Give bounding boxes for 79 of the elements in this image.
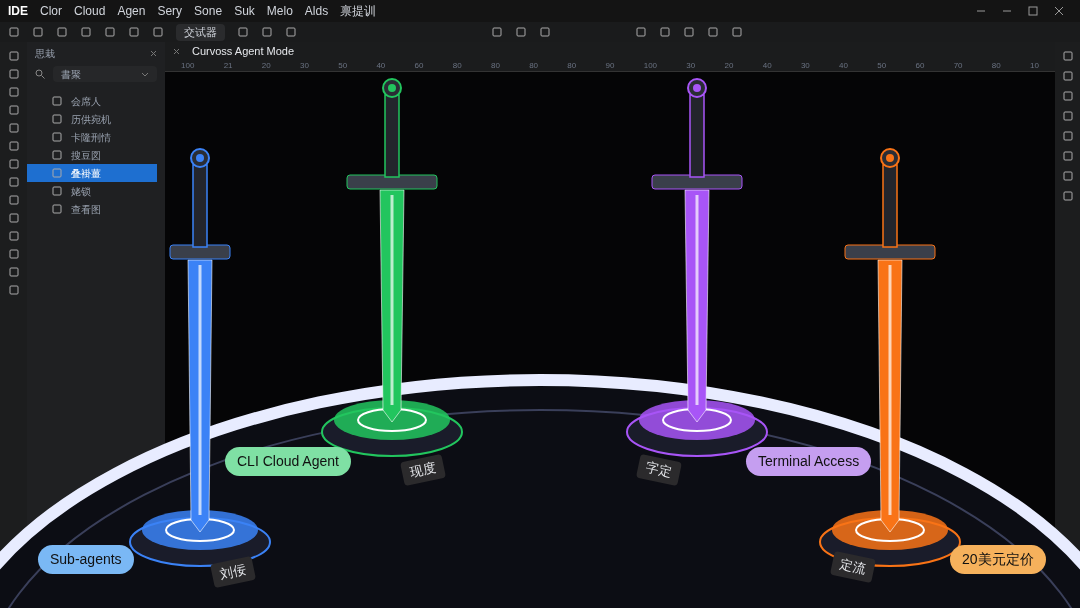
- panel-item[interactable]: 搜豆図: [27, 146, 157, 164]
- tool-icon[interactable]: [515, 26, 527, 38]
- tool-icon[interactable]: [1061, 150, 1074, 162]
- tool-icon[interactable]: [32, 26, 44, 38]
- tool-icon[interactable]: [7, 194, 20, 206]
- menu-item[interactable]: IDE: [8, 2, 28, 20]
- tool-icon[interactable]: [285, 26, 297, 38]
- panel-item[interactable]: 查看图: [27, 200, 157, 218]
- feature-label: 20美元定价: [950, 545, 1046, 574]
- menu-item[interactable]: 禀提训: [340, 2, 377, 20]
- maximize-icon[interactable]: [1028, 6, 1038, 16]
- menu-item[interactable]: Sery: [157, 2, 183, 20]
- panel-title: 思栽: [35, 46, 55, 61]
- panel-item[interactable]: 卡隆刑情: [27, 128, 157, 146]
- tool-icon[interactable]: [7, 266, 20, 278]
- close-icon[interactable]: [1054, 6, 1064, 16]
- feature-label: Sub-agents: [38, 545, 134, 574]
- tool-icon[interactable]: [1061, 110, 1074, 122]
- tool-icon[interactable]: [261, 26, 273, 38]
- ruler: 100 21 20 30 50 40 60 80 80 80 80 90 100 30 20 40 30 40 50 60 70 80 10: [165, 60, 1055, 72]
- item-icon: [51, 203, 63, 215]
- tool-icon[interactable]: [8, 26, 20, 38]
- close-icon[interactable]: [173, 47, 180, 55]
- tool-icon[interactable]: [1061, 170, 1074, 182]
- feature-label: Terminal Access: [746, 447, 872, 476]
- tool-icon[interactable]: [7, 230, 20, 242]
- menu-item[interactable]: Clor: [40, 2, 63, 20]
- item-icon: [51, 131, 63, 143]
- tool-icon[interactable]: [7, 140, 20, 152]
- tool-icon[interactable]: [491, 26, 503, 38]
- item-icon: [51, 113, 63, 125]
- tool-icon[interactable]: [635, 26, 647, 38]
- tool-icon[interactable]: [80, 26, 92, 38]
- tool-icon[interactable]: [7, 176, 20, 188]
- tool-icon[interactable]: [683, 26, 695, 38]
- tool-icon[interactable]: [7, 158, 20, 170]
- tool-icon[interactable]: [7, 284, 20, 296]
- tool-icon[interactable]: [56, 26, 68, 38]
- feature-label: CLI Cloud Agent: [225, 447, 351, 476]
- search-icon: [35, 69, 45, 79]
- tool-icon[interactable]: [1061, 90, 1074, 102]
- panel-item[interactable]: 会席人: [27, 92, 157, 110]
- tool-icon[interactable]: [152, 26, 164, 38]
- tool-icon[interactable]: [7, 68, 20, 80]
- tool-icon[interactable]: [128, 26, 140, 38]
- tool-icon[interactable]: [7, 212, 20, 224]
- tool-icon[interactable]: [659, 26, 671, 38]
- tool-icon[interactable]: [731, 26, 743, 38]
- editor-tab[interactable]: Curvoss Agent Mode: [192, 42, 295, 60]
- item-icon: [51, 95, 63, 107]
- tool-icon[interactable]: [104, 26, 116, 38]
- item-icon: [51, 167, 63, 179]
- search-dropdown[interactable]: 書聚: [53, 66, 157, 82]
- menu-item[interactable]: Cloud: [74, 2, 106, 20]
- tool-icon[interactable]: [1061, 50, 1074, 62]
- caret-icon: [141, 71, 149, 77]
- menu-item[interactable]: Alds: [304, 2, 329, 20]
- tool-icon[interactable]: [1061, 190, 1074, 202]
- tool-icon[interactable]: [7, 86, 20, 98]
- panel-item[interactable]: 历供宛机: [27, 110, 157, 128]
- item-icon: [51, 149, 63, 161]
- tool-icon[interactable]: [7, 104, 20, 116]
- panel-item[interactable]: 姥锁: [27, 182, 157, 200]
- tool-icon[interactable]: [539, 26, 551, 38]
- menu-item[interactable]: Agen: [117, 2, 146, 20]
- menu-item[interactable]: Melo: [266, 2, 293, 20]
- tool-icon[interactable]: [7, 122, 20, 134]
- tool-icon[interactable]: [707, 26, 719, 38]
- panel-item[interactable]: 叠褂薑: [27, 164, 157, 182]
- tool-icon[interactable]: [1061, 130, 1074, 142]
- tool-icon[interactable]: [237, 26, 249, 38]
- menu-item[interactable]: Sone: [194, 2, 223, 20]
- tool-icon[interactable]: [7, 248, 20, 260]
- close-icon[interactable]: [150, 49, 157, 57]
- menu-item[interactable]: Suk: [234, 2, 255, 20]
- item-icon: [51, 185, 63, 197]
- tool-icon[interactable]: [1061, 70, 1074, 82]
- toolbar-button[interactable]: 交试器: [176, 23, 225, 41]
- tool-icon[interactable]: [7, 50, 20, 62]
